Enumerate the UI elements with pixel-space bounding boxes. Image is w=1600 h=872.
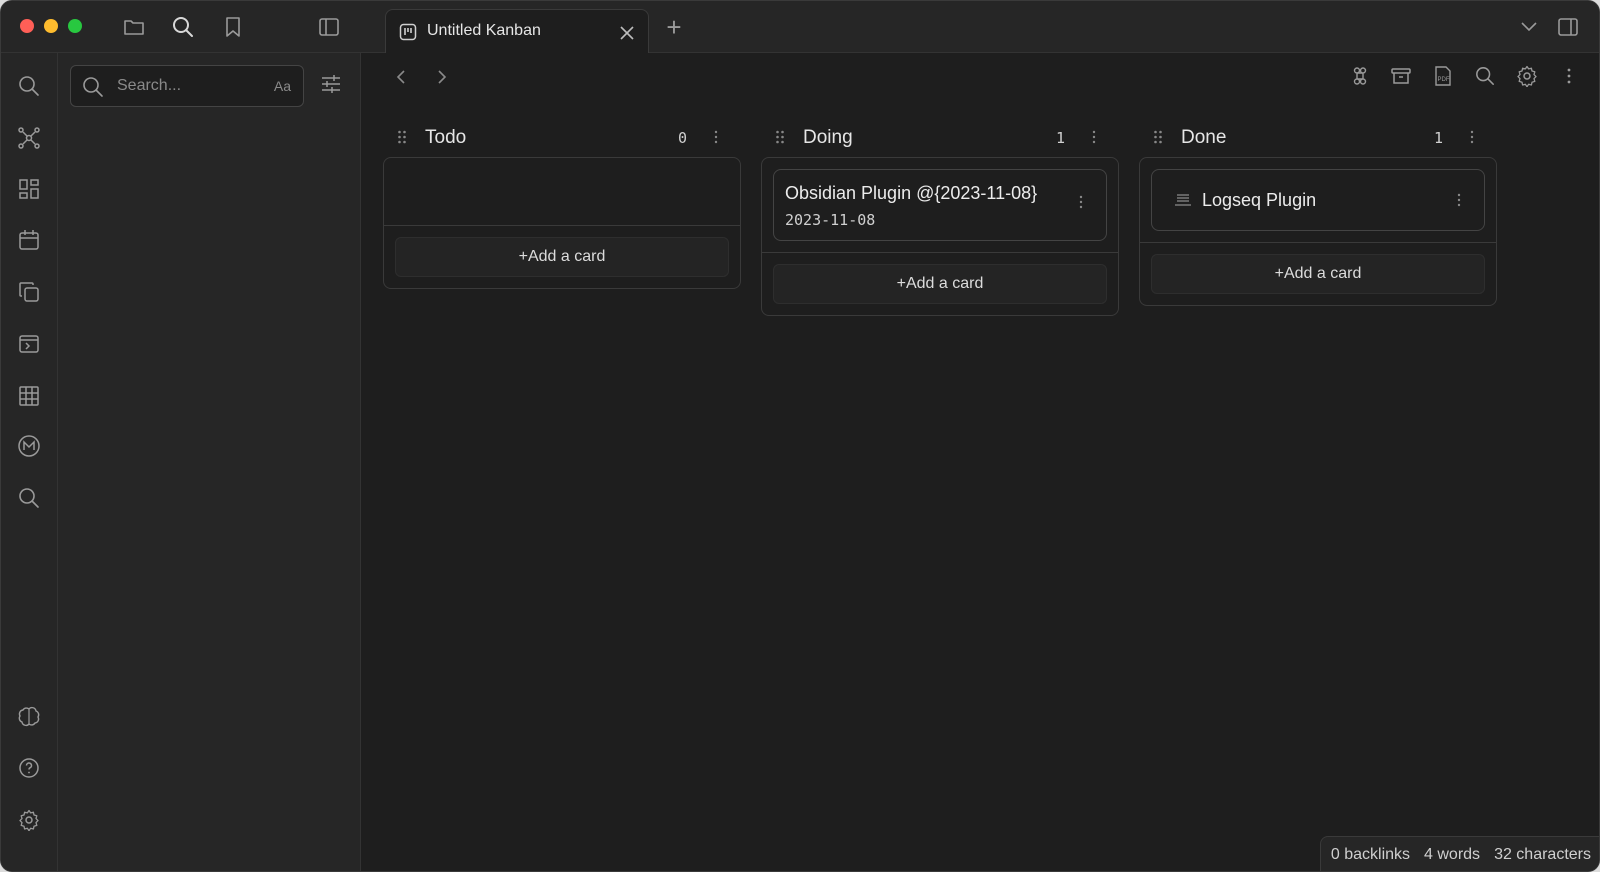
board-settings-gear-icon[interactable] [1514,63,1540,89]
add-card-button[interactable]: +Add a card [395,237,729,277]
table-icon[interactable] [17,384,41,408]
add-card-button[interactable]: +Add a card [1151,254,1485,294]
drag-handle-icon[interactable] [1153,129,1163,145]
lane-body: +Add a card [383,157,741,289]
lane-count: 1 [1055,129,1065,147]
backlinks-count[interactable]: 0 backlinks [1331,846,1410,864]
plus-icon: + [666,12,682,42]
board-search-icon[interactable] [1472,63,1498,89]
search-input[interactable] [117,75,267,97]
sidebar-toggle-icon[interactable] [316,14,342,40]
search-icon[interactable] [170,14,196,40]
status-bar: 0 backlinks 4 words 32 characters [1319,836,1599,871]
copy-icon[interactable] [17,280,41,304]
search-box: Aa [70,65,304,107]
card-menu-icon[interactable] [1078,194,1084,210]
card-list: Obsidian Plugin @{2023-11-08} 2023-11-08 [762,158,1118,253]
word-count: 4 words [1424,846,1481,863]
lane-doing: Doing 1 Obsidian Plugin @{2023-11-08} 20… [761,123,1119,316]
card-title: Logseq Plugin [1202,190,1317,210]
settings-gear-icon[interactable] [17,808,41,832]
folder-icon[interactable] [121,14,147,40]
graph-view-icon[interactable] [17,126,41,150]
lane-body: Logseq Plugin +Add a card [1139,157,1497,306]
kanban-view: PDF Todo 0 +Add a card Doing 1 Obsidian … [361,53,1599,871]
lane-count: 1 [1433,129,1443,147]
archive-icon[interactable] [1388,63,1414,89]
character-count: 32 characters [1494,846,1591,863]
find-icon[interactable] [17,486,41,510]
ribbon-search-icon[interactable] [17,74,41,98]
excalidraw-icon[interactable] [17,434,41,458]
pdf-export-icon[interactable]: PDF [1430,63,1456,89]
kanban-icon [399,23,417,41]
lane-title: Done [1181,127,1227,148]
app-window: Untitled Kanban + Search... Aa PDF Todo … [0,0,1600,872]
tab-label: Untitled Kanban [427,22,541,39]
window-close-button[interactable] [20,19,34,33]
card-title: Obsidian Plugin @{2023-11-08} [785,183,1038,203]
kanban-card[interactable]: Obsidian Plugin @{2023-11-08} 2023-11-08 [773,169,1107,241]
terminal-icon[interactable] [17,332,41,356]
window-minimize-button[interactable] [44,19,58,33]
tab-list-chevron-icon[interactable] [1516,14,1542,40]
close-icon[interactable] [618,24,636,42]
dashboard-icon[interactable] [17,177,41,201]
lane-title: Doing [803,127,853,148]
empty-card-area [384,158,740,226]
lane-body: Obsidian Plugin @{2023-11-08} 2023-11-08… [761,157,1119,316]
card-menu-icon[interactable] [1456,192,1462,208]
calendar-icon[interactable] [17,228,41,252]
tab-untitled-kanban[interactable]: Untitled Kanban [385,9,649,54]
lane-menu-icon[interactable] [1091,129,1097,145]
search-icon [82,76,104,98]
lane-header: Todo 0 [383,123,741,155]
new-tab-button[interactable]: + [661,14,687,40]
archived-card-icon [1174,192,1192,208]
search-settings-icon[interactable] [320,73,344,97]
back-chevron-icon[interactable] [389,65,413,89]
lane-header: Done 1 [1139,123,1497,155]
lane-count: 0 [677,129,687,147]
left-ribbon [1,53,58,871]
lane-todo: Todo 0 +Add a card [383,123,741,289]
add-card-button[interactable]: +Add a card [773,264,1107,304]
forward-chevron-icon[interactable] [430,65,454,89]
svg-text:PDF: PDF [1438,77,1450,83]
lane-menu-icon[interactable] [1469,129,1475,145]
kanban-card[interactable]: Logseq Plugin [1151,169,1485,231]
command-icon[interactable] [1347,63,1373,89]
drag-handle-icon[interactable] [397,129,407,145]
match-case-toggle[interactable]: Aa [274,78,291,94]
more-options-icon[interactable] [1556,63,1582,89]
lane-done: Done 1 Logseq Plugin +Add a card [1139,123,1497,306]
lane-menu-icon[interactable] [713,129,719,145]
help-icon[interactable] [17,756,41,780]
lane-header: Doing 1 [761,123,1119,155]
window-maximize-button[interactable] [68,19,82,33]
card-list: Logseq Plugin [1140,158,1496,243]
brain-icon[interactable] [17,705,41,729]
bookmark-icon[interactable] [220,14,246,40]
card-date[interactable]: 2023-11-08 [785,211,1046,229]
drag-handle-icon[interactable] [775,129,785,145]
lane-title: Todo [425,127,467,148]
search-side-panel: Aa [58,53,361,871]
right-sidebar-toggle-icon[interactable] [1555,14,1581,40]
title-bar: Untitled Kanban + [1,1,1599,54]
